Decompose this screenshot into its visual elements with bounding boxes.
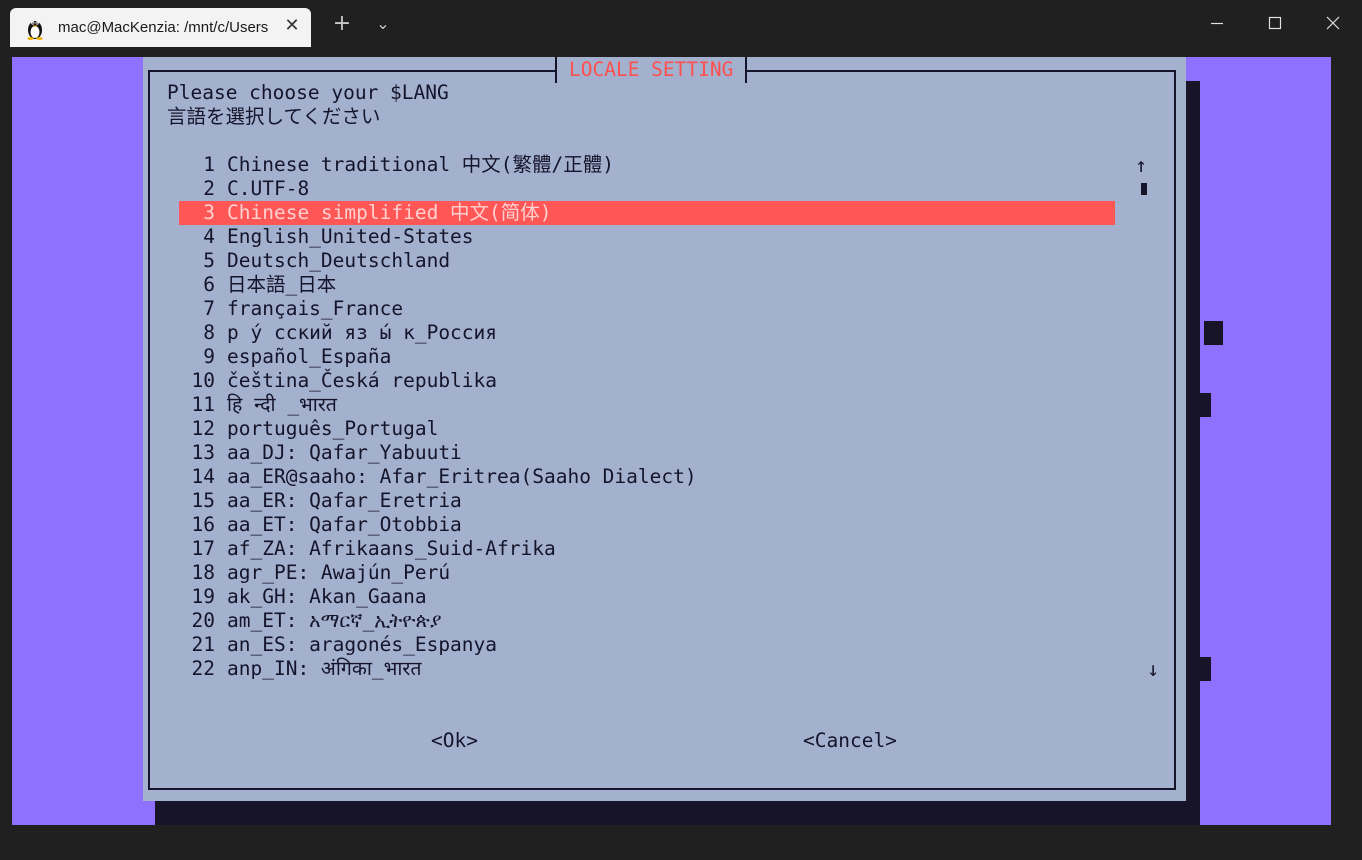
locale-list-item[interactable]: 22 anp_IN: अंगिका_भारत — [179, 657, 1115, 681]
dialog-shadow-bottom — [155, 801, 1198, 825]
tab-title: mac@MacKenzia: /mnt/c/Users — [58, 19, 269, 36]
prompt-line-en: Please choose your $LANG — [167, 81, 449, 104]
locale-list-item[interactable]: 17 af_ZA: Afrikaans_Suid-Afrika — [179, 537, 1115, 561]
locale-item-label: р у́ сский яз ы́ к_Россия — [227, 321, 498, 344]
minimize-icon — [1211, 22, 1223, 25]
dialog-title: LOCALE SETTING — [555, 57, 748, 83]
locale-list-item[interactable]: 13 aa_DJ: Qafar_Yabuuti — [179, 441, 1115, 465]
close-tab-icon[interactable]: ✕ — [282, 16, 302, 36]
locale-list-item[interactable]: 6 日本語_日本 — [179, 273, 1115, 297]
locale-item-number: 13 — [191, 441, 215, 464]
locale-item-number: 18 — [191, 561, 215, 584]
dialog-shadow-right — [1186, 81, 1200, 825]
locale-list-item[interactable]: 19 ak_GH: Akan_Gaana — [179, 585, 1115, 609]
maximize-icon — [1268, 16, 1282, 30]
locale-item-number: 20 — [191, 609, 215, 632]
locale-list-item[interactable]: 14 aa_ER@saaho: Afar_Eritrea(Saaho Dialec… — [179, 465, 1115, 489]
locale-item-number: 22 — [191, 657, 215, 680]
locale-list-item[interactable]: 10 čeština_Česká republika — [179, 369, 1115, 393]
locale-item-number: 19 — [191, 585, 215, 608]
ok-button[interactable]: <Ok> — [431, 729, 478, 753]
locale-item-label: čeština_Česká republika — [227, 369, 498, 392]
scroll-marker — [1198, 393, 1211, 417]
locale-item-number: 11 — [191, 393, 215, 416]
locale-item-label: español_España — [227, 345, 392, 368]
locale-item-label: am_ET: አማርኛ_ኢትዮጵያ — [227, 609, 442, 632]
locale-list-item[interactable]: 5 Deutsch_Deutschland — [179, 249, 1115, 273]
locale-item-number: 4 — [203, 225, 215, 248]
locale-item-number: 17 — [191, 537, 215, 560]
locale-list-item[interactable]: 20 am_ET: አማርኛ_ኢትዮጵያ — [179, 609, 1115, 633]
maximize-button[interactable] — [1246, 0, 1304, 47]
new-tab-icon[interactable]: + — [328, 8, 356, 40]
locale-item-label: af_ZA: Afrikaans_Suid-Afrika — [227, 537, 556, 560]
locale-item-label: 日本語_日本 — [227, 273, 337, 296]
terminal-area[interactable]: LOCALE SETTING Please choose your $LANG … — [12, 57, 1331, 825]
locale-item-label: agr_PE: Awajún_Perú — [227, 561, 451, 584]
locale-item-number: 1 — [203, 153, 215, 176]
terminal-tab[interactable]: mac@MacKenzia: /mnt/c/Users ✕ — [10, 8, 311, 47]
locale-list-item[interactable]: 7 français_France — [179, 297, 1115, 321]
locale-item-label: aa_ER@saaho: Afar_Eritrea(Saaho Dialect) — [227, 465, 697, 488]
locale-item-number: 10 — [191, 369, 215, 392]
locale-item-label: ak_GH: Akan_Gaana — [227, 585, 427, 608]
prompt-line-ja: 言語を選択してください — [167, 105, 381, 128]
locale-item-label: aa_DJ: Qafar_Yabuuti — [227, 441, 462, 464]
locale-item-label: English_United-States — [227, 225, 474, 248]
locale-list-item[interactable]: 3 Chinese simplified 中文(简体) — [179, 201, 1115, 225]
locale-list-item[interactable]: 4 English_United-States — [179, 225, 1115, 249]
scroll-down-icon[interactable]: ↓ — [1147, 657, 1159, 681]
locale-list-item[interactable]: 21 an_ES: aragonés_Espanya — [179, 633, 1115, 657]
locale-item-number: 16 — [191, 513, 215, 536]
locale-item-label: C.UTF-8 — [227, 177, 310, 200]
locale-list-item[interactable]: 9 español_España — [179, 345, 1115, 369]
locale-item-number: 6 — [203, 273, 215, 296]
locale-list-item[interactable]: 8 р у́ сский яз ы́ к_Россия — [179, 321, 1115, 345]
cancel-button[interactable]: <Cancel> — [803, 729, 897, 753]
locale-item-label: français_France — [227, 297, 404, 320]
locale-item-label: हि न्दी _भारत — [227, 393, 337, 416]
scroll-marker — [1198, 657, 1211, 681]
locale-item-label: português_Portugal — [227, 417, 439, 440]
chevron-down-icon[interactable]: ⌄ — [370, 8, 396, 40]
scrollbar-thumb[interactable] — [1141, 183, 1147, 195]
close-icon — [1326, 16, 1340, 30]
locale-list-item[interactable]: 15 aa_ER: Qafar_Eretria — [179, 489, 1115, 513]
locale-item-label: Chinese traditional 中文(繁體/正體) — [227, 153, 615, 176]
locale-item-label: an_ES: aragonés_Espanya — [227, 633, 498, 656]
locale-list-item[interactable]: 18 agr_PE: Awajún_Perú — [179, 561, 1115, 585]
locale-item-number: 15 — [191, 489, 215, 512]
locale-item-number: 8 — [203, 321, 215, 344]
linux-penguin-icon — [27, 21, 43, 40]
locale-list-item[interactable]: 16 aa_ET: Qafar_Otobbia — [179, 513, 1115, 537]
locale-list-item[interactable]: 12 português_Portugal — [179, 417, 1115, 441]
locale-item-number: 3 — [203, 201, 215, 224]
locale-item-label: anp_IN: अंगिका_भारत — [227, 657, 422, 680]
locale-item-label: aa_ET: Qafar_Otobbia — [227, 513, 462, 536]
locale-list-item[interactable]: 1 Chinese traditional 中文(繁體/正體) — [179, 153, 1115, 177]
minimize-button[interactable] — [1188, 0, 1246, 47]
locale-dialog: LOCALE SETTING Please choose your $LANG … — [143, 57, 1186, 801]
title-bar: mac@MacKenzia: /mnt/c/Users ✕ + ⌄ — [0, 0, 1362, 47]
scroll-up-icon[interactable]: ↑ — [1135, 153, 1147, 177]
close-window-button[interactable] — [1304, 0, 1362, 47]
locale-item-number: 14 — [191, 465, 215, 488]
locale-list-item[interactable]: 11 हि न्दी _भारत — [179, 393, 1115, 417]
scroll-marker — [1204, 321, 1223, 345]
locale-item-number: 21 — [191, 633, 215, 656]
locale-item-number: 2 — [203, 177, 215, 200]
locale-item-number: 5 — [203, 249, 215, 272]
locale-item-label: Deutsch_Deutschland — [227, 249, 451, 272]
locale-item-label: Chinese simplified 中文(简体) — [227, 201, 552, 224]
locale-list-item[interactable]: 2 C.UTF-8 — [179, 177, 1115, 201]
locale-item-number: 7 — [203, 297, 215, 320]
locale-item-number: 12 — [191, 417, 215, 440]
locale-item-number: 9 — [203, 345, 215, 368]
locale-item-label: aa_ER: Qafar_Eretria — [227, 489, 462, 512]
